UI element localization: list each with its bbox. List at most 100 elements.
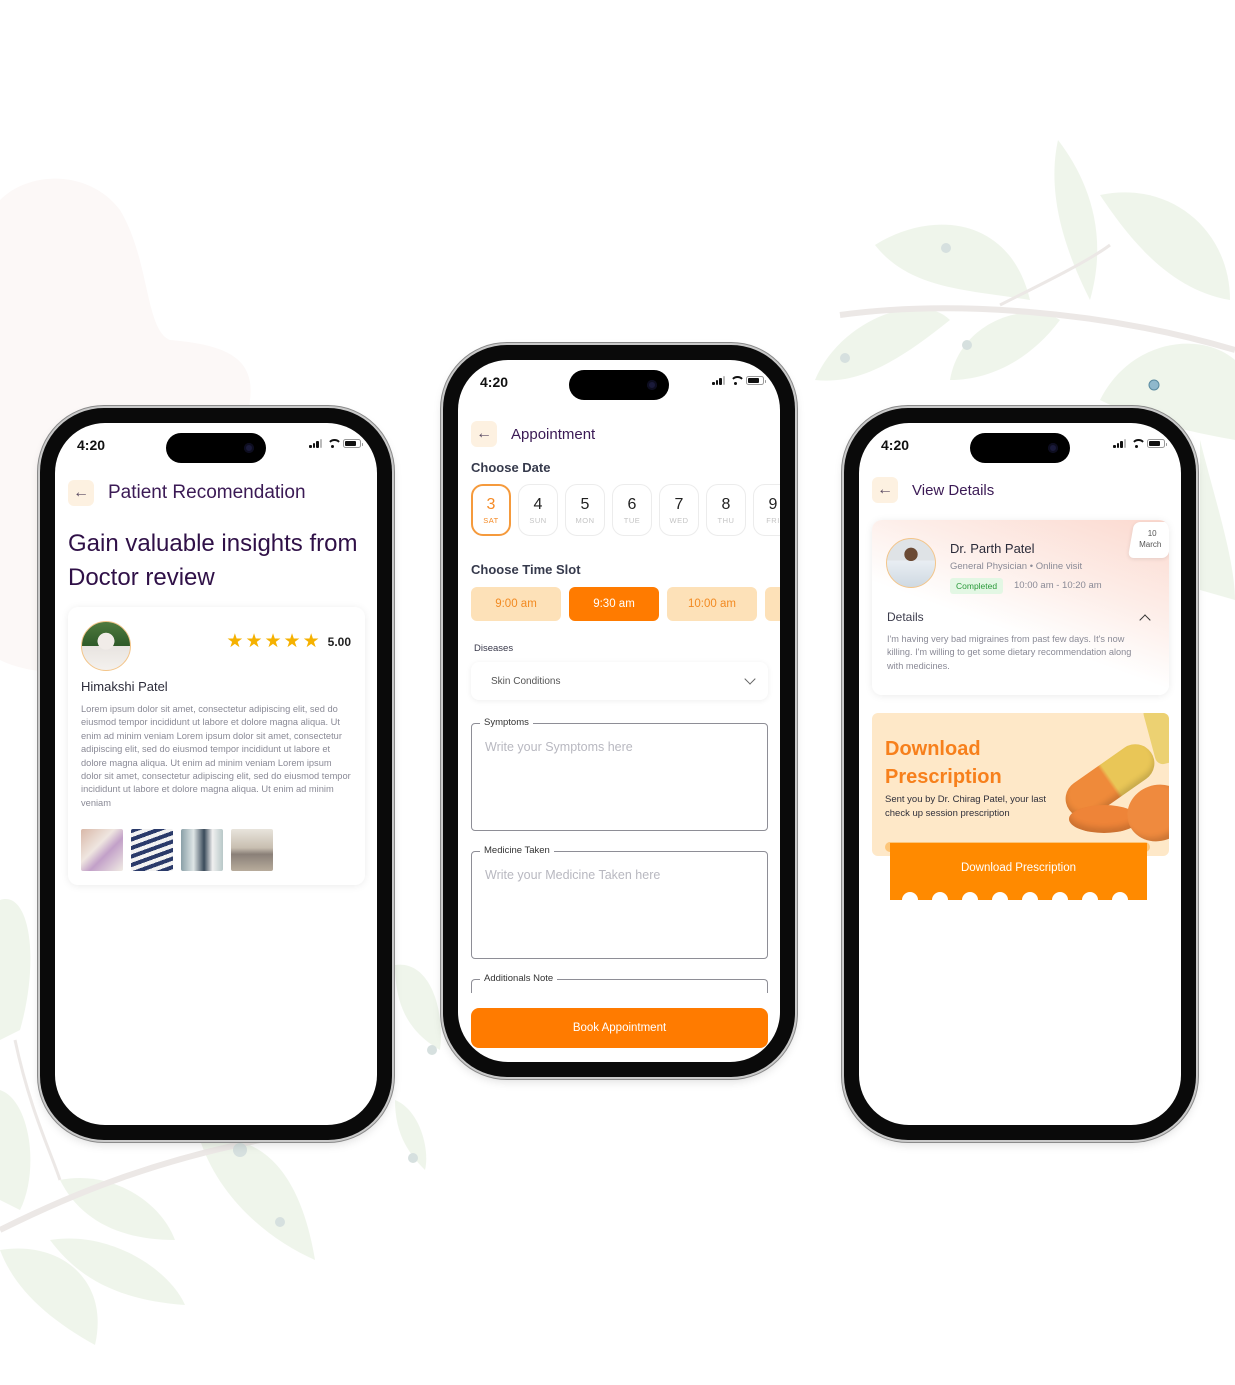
notes-label: Additionals Note — [480, 973, 558, 984]
choose-date-label: Choose Date — [471, 460, 551, 475]
diseases-label: Diseases — [474, 643, 514, 654]
book-appointment-button[interactable]: Book Appointment — [471, 1008, 768, 1048]
avatar — [81, 621, 131, 671]
back-button[interactable]: ← — [872, 477, 898, 503]
page-header: ← Appointment — [471, 421, 595, 447]
date-weekday: TUE — [623, 515, 641, 525]
date-day: 9 — [768, 495, 778, 513]
date-day: 10 — [1147, 529, 1157, 538]
battery-icon — [1147, 439, 1167, 448]
date-option[interactable]: 6 TUE — [612, 484, 652, 536]
details-text: I'm having very bad migraines from past … — [887, 634, 1132, 671]
branch-top-right — [839, 305, 1235, 353]
date-weekday: FRI — [766, 515, 780, 525]
symptoms-label: Symptoms — [480, 717, 533, 728]
date-weekday: MON — [575, 515, 595, 525]
page-title: View Details — [912, 481, 995, 499]
page-title: Patient Recomendation — [108, 482, 306, 503]
download-button-label: Download Prescription — [960, 862, 1077, 874]
symptoms-placeholder: Write your Symptoms here — [485, 740, 633, 754]
arrow-left-icon: ← — [476, 425, 492, 442]
date-option[interactable]: 8 THU — [706, 484, 746, 536]
dynamic-island — [970, 433, 1070, 463]
time-slot[interactable]: 9:30 am — [569, 587, 659, 621]
rating-value: 5.00 — [327, 634, 351, 649]
prescription-title: Download Prescription — [885, 738, 1002, 788]
chevron-down-icon — [744, 673, 756, 685]
battery-icon — [343, 439, 363, 448]
screen-appointment: 4:20 ← Appointment Choose Date 3 SAT 4 SUN… — [458, 360, 780, 1062]
date-day: 5 — [580, 495, 590, 513]
dental-treatment-photo[interactable] — [81, 829, 123, 871]
prescription-banner: Download Prescription Sent you by Dr. Ch… — [872, 713, 1169, 856]
star-icon: ★ — [283, 631, 301, 652]
date-day: 6 — [627, 495, 637, 513]
page-title: Appointment — [511, 425, 596, 443]
review-photos — [81, 829, 273, 871]
date-option[interactable]: 5 MON — [565, 484, 605, 536]
time-slot[interactable]: 9:00 am — [471, 587, 561, 621]
phone-recommendation: 4:20 ← Patient Recomendation Gain valuab… — [40, 408, 392, 1140]
date-option[interactable]: 4 SUN — [518, 484, 558, 536]
symptoms-field[interactable]: Symptoms Write your Symptoms here — [471, 717, 768, 831]
diseases-select[interactable]: Skin Conditions — [471, 662, 768, 700]
status-icons — [1113, 439, 1167, 448]
star-icon: ★ — [226, 631, 244, 652]
appointment-date-tag: 10 March — [1127, 522, 1169, 558]
review-text: Lorem ipsum dolor sit amet, consectetur … — [81, 704, 351, 808]
screen-view-details: 4:20 ← View Details 10 March Dr. Parth P… — [859, 423, 1181, 1125]
screen-recommendation: 4:20 ← Patient Recomendation Gain valuab… — [55, 423, 377, 1125]
date-weekday: SAT — [483, 515, 499, 525]
injection-photo[interactable] — [131, 829, 173, 871]
dynamic-island — [166, 433, 266, 463]
date-option[interactable]: 9 FRI — [753, 484, 780, 536]
status-time: 4:20 — [480, 374, 509, 390]
signal-icon — [309, 439, 322, 448]
details-label: Details — [887, 610, 924, 624]
signal-icon — [712, 376, 725, 385]
status-icons — [309, 439, 363, 448]
battery-icon — [746, 376, 766, 385]
page-header: ← Patient Recomendation — [68, 480, 306, 506]
date-month: March — [1139, 540, 1162, 549]
time-slot[interactable]: 10:00 am — [667, 587, 757, 621]
doctor-name: Dr. Parth Patel — [950, 541, 1035, 556]
notes-field[interactable]: Additionals Note — [471, 973, 768, 993]
wifi-icon — [1131, 439, 1146, 448]
back-button[interactable]: ← — [68, 480, 94, 506]
phone-appointment: 4:20 ← Appointment Choose Date 3 SAT 4 SUN… — [443, 345, 795, 1077]
back-button[interactable]: ← — [471, 421, 497, 447]
time-slot[interactable] — [765, 587, 780, 621]
operating-room-photo[interactable] — [231, 829, 273, 871]
signal-icon — [1113, 439, 1126, 448]
doctor-subtitle: General Physician • Online visit — [950, 561, 1082, 572]
status-icons — [712, 376, 766, 385]
date-option[interactable]: 7 WED — [659, 484, 699, 536]
time-slot-picker: 9:00 am 9:30 am 10:00 am — [471, 587, 780, 621]
status-time: 4:20 — [77, 437, 106, 453]
arrow-left-icon: ← — [73, 484, 89, 501]
arrow-left-icon: ← — [877, 481, 893, 498]
medicine-field[interactable]: Medicine Taken Write your Medicine Taken… — [471, 845, 768, 959]
page-header: ← View Details — [872, 477, 994, 503]
status-time: 4:20 — [881, 437, 910, 453]
medicine-placeholder: Write your Medicine Taken here — [485, 868, 661, 882]
date-day: 7 — [674, 495, 684, 513]
choose-time-label: Choose Time Slot — [471, 562, 581, 577]
download-prescription-button[interactable]: Download Prescription — [890, 843, 1147, 904]
status-badge: Completed — [950, 578, 1004, 594]
review-card: ★ ★ ★ ★ ★ 5.00 Himakshi Patel Lorem ipsu… — [68, 607, 365, 885]
doctor-consultation-photo[interactable] — [181, 829, 223, 871]
date-option[interactable]: 3 SAT — [471, 484, 511, 536]
star-icon: ★ — [302, 631, 320, 652]
date-weekday: THU — [717, 515, 735, 525]
phone-view-details: 4:20 ← View Details 10 March Dr. Parth P… — [844, 408, 1196, 1140]
date-picker: 3 SAT 4 SUN 5 MON 6 TUE 7 WED 8 THU 9 FRI — [471, 484, 780, 536]
chevron-up-icon[interactable] — [1139, 614, 1151, 626]
date-weekday: SUN — [529, 515, 547, 525]
medicine-label: Medicine Taken — [480, 845, 554, 856]
doctor-avatar — [886, 538, 936, 588]
wifi-icon — [730, 376, 745, 385]
doctor-specialty: General Physician — [950, 561, 1028, 572]
star-rating: ★ ★ ★ ★ ★ 5.00 — [226, 632, 351, 651]
